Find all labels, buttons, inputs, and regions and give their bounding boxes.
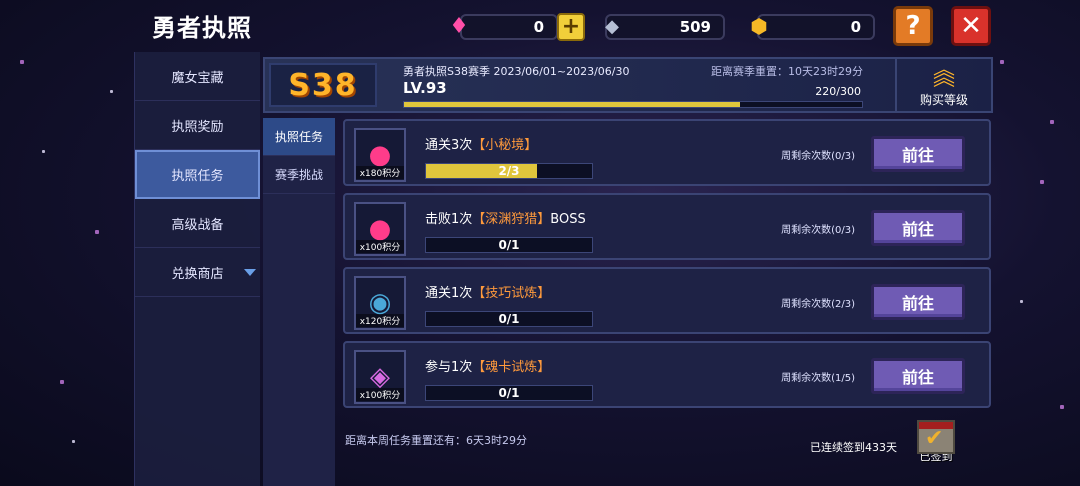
- go-button[interactable]: 前往: [871, 210, 965, 246]
- checkin-button[interactable]: ✔ 已签到: [912, 420, 960, 470]
- task-row: ◈ x100积分 参与1次【魂卡试炼】 0/1 周剩余次数(1/5) 前往: [343, 341, 991, 408]
- task-title: 参与1次【魂卡试炼】: [425, 356, 550, 375]
- task-progress-text: 0/1: [498, 238, 520, 252]
- buy-level-button[interactable]: ︽ 购买等级: [895, 59, 991, 111]
- task-progress-text: 0/1: [498, 312, 520, 326]
- task-icon-box: ◈ x100积分: [354, 350, 406, 404]
- double-chevron-up-icon: ︽: [932, 66, 955, 91]
- sidebar-item-label: 高级战备: [171, 217, 224, 233]
- tab-license-tasks[interactable]: 执照任务: [263, 118, 335, 156]
- sidebar-item-license-tasks[interactable]: 执照任务: [135, 150, 260, 199]
- gold-gem-counter: 0: [757, 14, 875, 40]
- task-title-prefix: 通关3次: [425, 138, 473, 153]
- pink-gem-counter: 0: [460, 14, 558, 40]
- season-header: S38 勇者执照S38赛季 2023/06/01~2023/06/30 距离赛季…: [263, 57, 993, 113]
- gold-gem-icon: ⬢: [750, 14, 768, 38]
- sidebar-item-witch-treasure[interactable]: 魔女宝藏: [135, 52, 260, 101]
- sidebar-item-label: 执照奖励: [171, 119, 224, 135]
- tab-season-challenge[interactable]: 赛季挑战: [263, 156, 335, 194]
- sidebar-item-label: 执照任务: [171, 169, 224, 184]
- task-weekly-remaining: 周剩余次数(1/5): [781, 373, 855, 384]
- gold-gem-value: 0: [850, 18, 861, 36]
- season-name: 勇者执照S38赛季 2023/06/01~2023/06/30: [403, 65, 630, 78]
- sidebar-item-exchange-shop[interactable]: 兑换商店: [135, 248, 260, 297]
- task-progress-bar: 0/1: [425, 311, 593, 327]
- task-title-highlight: 【深渊狩猎】: [472, 212, 551, 227]
- task-points: x180积分: [356, 166, 404, 179]
- task-title-highlight: 【技巧试炼】: [472, 286, 551, 301]
- exp-progress-fill: [404, 102, 740, 107]
- silver-crystal-icon: ◆: [605, 15, 619, 37]
- exp-progress-bar: [403, 101, 863, 108]
- task-progress-bar: 2/3: [425, 163, 593, 179]
- sidebar-item-label: 魔女宝藏: [171, 70, 224, 86]
- task-weekly-remaining: 周剩余次数(2/3): [781, 299, 855, 310]
- task-title-highlight: 【魂卡试炼】: [472, 360, 551, 375]
- task-icon-box: ● x100积分: [354, 202, 406, 256]
- task-title-highlight: 【小秘境】: [472, 138, 538, 153]
- weekly-reset-countdown: 距离本周任务重置还有：6天3时29分: [345, 434, 527, 447]
- season-badge: S38: [269, 63, 377, 107]
- task-title-prefix: 击败1次: [425, 212, 473, 227]
- checkmark-icon: ✔: [925, 426, 944, 451]
- task-icon-box: ◉ x120积分: [354, 276, 406, 330]
- license-level: LV.93: [403, 79, 447, 97]
- task-weekly-remaining: 周剩余次数(0/3): [781, 151, 855, 162]
- close-button[interactable]: ✕: [951, 6, 991, 46]
- task-row: ● x180积分 通关3次【小秘境】 2/3 周剩余次数(0/3) 前往: [343, 119, 991, 186]
- pink-gem-value: 0: [533, 18, 544, 36]
- checkin-streak: 已连续签到433天: [810, 441, 897, 454]
- calendar-icon: ✔: [917, 420, 955, 454]
- pink-gem-icon: ♦: [449, 13, 469, 39]
- task-title-suffix: BOSS: [550, 212, 586, 227]
- task-progress-bar: 0/1: [425, 237, 593, 253]
- task-title-prefix: 参与1次: [425, 360, 473, 375]
- task-row: ◉ x120积分 通关1次【技巧试炼】 0/1 周剩余次数(2/3) 前往: [343, 267, 991, 334]
- task-weekly-remaining: 周剩余次数(0/3): [781, 225, 855, 236]
- sidebar-item-license-rewards[interactable]: 执照奖励: [135, 101, 260, 150]
- silver-crystal-value: 509: [679, 18, 711, 36]
- sidebar-item-advanced-prep[interactable]: 高级战备: [135, 199, 260, 248]
- task-points: x100积分: [356, 240, 404, 253]
- go-button[interactable]: 前往: [871, 136, 965, 172]
- go-button[interactable]: 前往: [871, 358, 965, 394]
- task-points: x100积分: [356, 388, 404, 401]
- sidebar-item-label: 兑换商店: [171, 266, 224, 282]
- task-progress-text: 0/1: [498, 386, 520, 400]
- chevron-down-icon: [244, 269, 256, 276]
- buy-level-label: 购买等级: [919, 93, 968, 107]
- task-title: 击败1次【深渊狩猎】BOSS: [425, 208, 586, 227]
- task-points: x120积分: [356, 314, 404, 327]
- task-title-prefix: 通关1次: [425, 286, 473, 301]
- task-progress-bar: 0/1: [425, 385, 593, 401]
- add-gem-button[interactable]: +: [557, 13, 585, 41]
- page-title: 勇者执照: [152, 14, 252, 42]
- help-button[interactable]: ?: [893, 6, 933, 46]
- task-row: ● x100积分 击败1次【深渊狩猎】BOSS 0/1 周剩余次数(0/3) 前…: [343, 193, 991, 260]
- exp-progress-text: 220/300: [815, 85, 861, 98]
- sub-tabs: 执照任务 赛季挑战: [263, 118, 335, 486]
- sidebar: 魔女宝藏 执照奖励 执照任务 高级战备 兑换商店: [134, 52, 260, 486]
- task-progress-text: 2/3: [498, 164, 520, 178]
- go-button[interactable]: 前往: [871, 284, 965, 320]
- task-title: 通关1次【技巧试炼】: [425, 282, 550, 301]
- task-icon-box: ● x180积分: [354, 128, 406, 182]
- season-reset-countdown: 距离赛季重置：10天23时29分: [711, 65, 863, 78]
- task-title: 通关3次【小秘境】: [425, 134, 537, 153]
